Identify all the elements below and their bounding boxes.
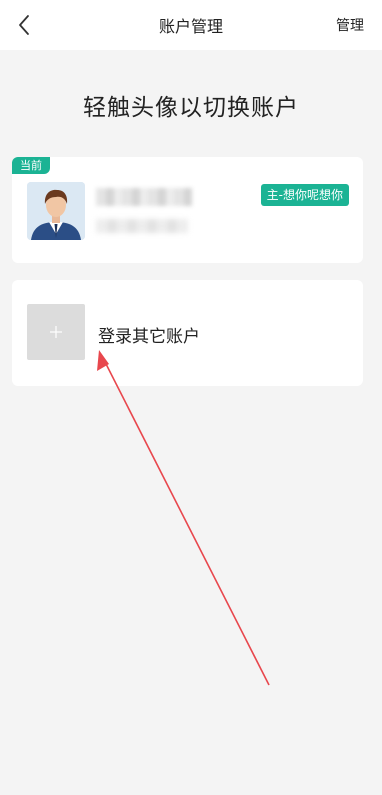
manage-button[interactable]: 管理 bbox=[336, 15, 364, 35]
switch-account-hint: 轻触头像以切换账户 bbox=[83, 95, 299, 121]
avatar-person-icon bbox=[27, 182, 85, 240]
current-account-card[interactable]: 当前 主-想你呢想你 bbox=[12, 157, 363, 263]
login-other-account-label: 登录其它账户 bbox=[98, 327, 200, 347]
blurred-account-name bbox=[96, 188, 192, 206]
page-title: 账户管理 bbox=[158, 17, 223, 36]
account-management-screen: 账户管理 管理 轻触头像以切换账户 当前 主-想你呢想你 登录其它账户 bbox=[0, 0, 382, 795]
nav-bar: 账户管理 管理 bbox=[0, 0, 382, 50]
current-tag: 当前 bbox=[12, 157, 50, 174]
avatar[interactable] bbox=[27, 182, 85, 240]
main-account-badge: 主-想你呢想你 bbox=[260, 184, 349, 206]
plus-icon bbox=[50, 326, 62, 338]
add-account-button[interactable] bbox=[27, 304, 85, 360]
login-other-account-card[interactable]: 登录其它账户 bbox=[12, 280, 363, 386]
blurred-account-id bbox=[96, 219, 188, 233]
